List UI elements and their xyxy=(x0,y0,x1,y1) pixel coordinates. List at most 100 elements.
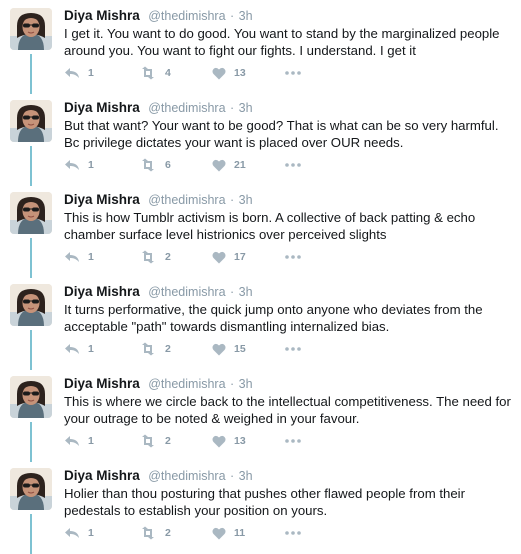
like-button[interactable]: 15 xyxy=(212,342,246,356)
author-handle[interactable]: @thedimishra xyxy=(148,101,225,115)
avatar[interactable] xyxy=(10,192,52,234)
tweet-header: Diya Mishra @thedimishra · 3h xyxy=(64,100,513,116)
more-dots-icon xyxy=(284,254,302,260)
tweet-time[interactable]: 3h xyxy=(239,193,253,207)
like-button[interactable]: 13 xyxy=(212,66,246,80)
author-name[interactable]: Diya Mishra xyxy=(64,284,140,299)
like-count: 21 xyxy=(234,159,246,171)
tweet-content: Diya Mishra @thedimishra · 3h This is wh… xyxy=(64,376,513,427)
more-dots-icon xyxy=(284,162,302,168)
tweet[interactable]: Diya Mishra @thedimishra · 3h But that w… xyxy=(0,92,521,186)
thread-connector-line xyxy=(30,514,32,554)
tweet-text: This is how Tumblr activism is born. A c… xyxy=(64,210,476,242)
reply-icon xyxy=(64,158,80,172)
like-button[interactable]: 13 xyxy=(212,434,246,448)
more-options-button[interactable] xyxy=(284,66,302,80)
tweet[interactable]: Diya Mishra @thedimishra · 3h This is wh… xyxy=(0,368,521,462)
reply-count: 1 xyxy=(88,67,94,79)
tweet-actions: 1 2 15 xyxy=(64,342,324,356)
avatar-column xyxy=(10,368,54,462)
retweet-button[interactable]: 2 xyxy=(139,342,171,356)
tweet[interactable]: Diya Mishra @thedimishra · 3h It turns p… xyxy=(0,276,521,370)
author-handle[interactable]: @thedimishra xyxy=(148,285,225,299)
author-name[interactable]: Diya Mishra xyxy=(64,468,140,483)
reply-button[interactable]: 1 xyxy=(64,158,94,172)
tweet-time[interactable]: 3h xyxy=(239,9,253,23)
retweet-count: 2 xyxy=(165,527,171,539)
reply-button[interactable]: 1 xyxy=(64,250,94,264)
tweet-actions: 1 4 13 xyxy=(64,66,324,80)
like-count: 17 xyxy=(234,251,246,263)
avatar[interactable] xyxy=(10,8,52,50)
author-name[interactable]: Diya Mishra xyxy=(64,376,140,391)
tweet-text: I get it. You want to do good. You want … xyxy=(64,26,500,58)
reply-icon xyxy=(64,342,80,356)
retweet-icon xyxy=(139,342,157,356)
tweet-header: Diya Mishra @thedimishra · 3h xyxy=(64,192,513,208)
avatar[interactable] xyxy=(10,100,52,142)
separator-dot: · xyxy=(230,9,235,23)
more-options-button[interactable] xyxy=(284,342,302,356)
author-name[interactable]: Diya Mishra xyxy=(64,192,140,207)
thread-connector-line xyxy=(30,330,32,370)
reply-button[interactable]: 1 xyxy=(64,434,94,448)
tweet[interactable]: Diya Mishra @thedimishra · 3h I get it. … xyxy=(0,0,521,94)
retweet-button[interactable]: 2 xyxy=(139,526,171,540)
heart-icon xyxy=(212,527,226,540)
tweet-time[interactable]: 3h xyxy=(239,469,253,483)
reply-button[interactable]: 1 xyxy=(64,526,94,540)
more-options-button[interactable] xyxy=(284,526,302,540)
tweet-content: Diya Mishra @thedimishra · 3h Holier tha… xyxy=(64,468,513,519)
separator-dot: · xyxy=(230,193,235,207)
tweet-header: Diya Mishra @thedimishra · 3h xyxy=(64,468,513,484)
tweet-actions: 1 2 13 xyxy=(64,434,324,448)
reply-button[interactable]: 1 xyxy=(64,66,94,80)
retweet-count: 6 xyxy=(165,159,171,171)
tweet-header: Diya Mishra @thedimishra · 3h xyxy=(64,284,513,300)
tweet-time[interactable]: 3h xyxy=(239,285,253,299)
heart-icon xyxy=(212,67,226,80)
tweet-content: Diya Mishra @thedimishra · 3h I get it. … xyxy=(64,8,513,59)
retweet-icon xyxy=(139,158,157,172)
tweet-time[interactable]: 3h xyxy=(239,377,253,391)
more-options-button[interactable] xyxy=(284,434,302,448)
avatar[interactable] xyxy=(10,284,52,326)
avatar[interactable] xyxy=(10,376,52,418)
retweet-button[interactable]: 2 xyxy=(139,434,171,448)
like-count: 13 xyxy=(234,435,246,447)
like-button[interactable]: 11 xyxy=(212,526,245,540)
avatar-column xyxy=(10,184,54,278)
separator-dot: · xyxy=(230,469,235,483)
tweet-content: Diya Mishra @thedimishra · 3h But that w… xyxy=(64,100,513,151)
author-handle[interactable]: @thedimishra xyxy=(148,193,225,207)
like-button[interactable]: 17 xyxy=(212,250,246,264)
author-handle[interactable]: @thedimishra xyxy=(148,9,225,23)
retweet-button[interactable]: 6 xyxy=(139,158,171,172)
like-count: 15 xyxy=(234,343,246,355)
author-handle[interactable]: @thedimishra xyxy=(148,377,225,391)
author-handle[interactable]: @thedimishra xyxy=(148,469,225,483)
tweet[interactable]: Diya Mishra @thedimishra · 3h This is ho… xyxy=(0,184,521,278)
tweet[interactable]: Diya Mishra @thedimishra · 3h Holier tha… xyxy=(0,460,521,554)
retweet-count: 2 xyxy=(165,251,171,263)
heart-icon xyxy=(212,159,226,172)
heart-icon xyxy=(212,251,226,264)
avatar[interactable] xyxy=(10,468,52,510)
author-name[interactable]: Diya Mishra xyxy=(64,8,140,23)
tweet-time[interactable]: 3h xyxy=(239,101,253,115)
heart-icon xyxy=(212,343,226,356)
more-options-button[interactable] xyxy=(284,158,302,172)
more-dots-icon xyxy=(284,70,302,76)
reply-icon xyxy=(64,526,80,540)
reply-icon xyxy=(64,434,80,448)
tweet-text: It turns performative, the quick jump on… xyxy=(64,302,483,334)
retweet-button[interactable]: 4 xyxy=(139,66,171,80)
more-options-button[interactable] xyxy=(284,250,302,264)
tweet-text: But that want? Your want to be good? Tha… xyxy=(64,118,499,150)
author-name[interactable]: Diya Mishra xyxy=(64,100,140,115)
retweet-button[interactable]: 2 xyxy=(139,250,171,264)
tweet-actions: 1 2 11 xyxy=(64,526,324,540)
like-button[interactable]: 21 xyxy=(212,158,246,172)
avatar-column xyxy=(10,460,54,554)
reply-button[interactable]: 1 xyxy=(64,342,94,356)
